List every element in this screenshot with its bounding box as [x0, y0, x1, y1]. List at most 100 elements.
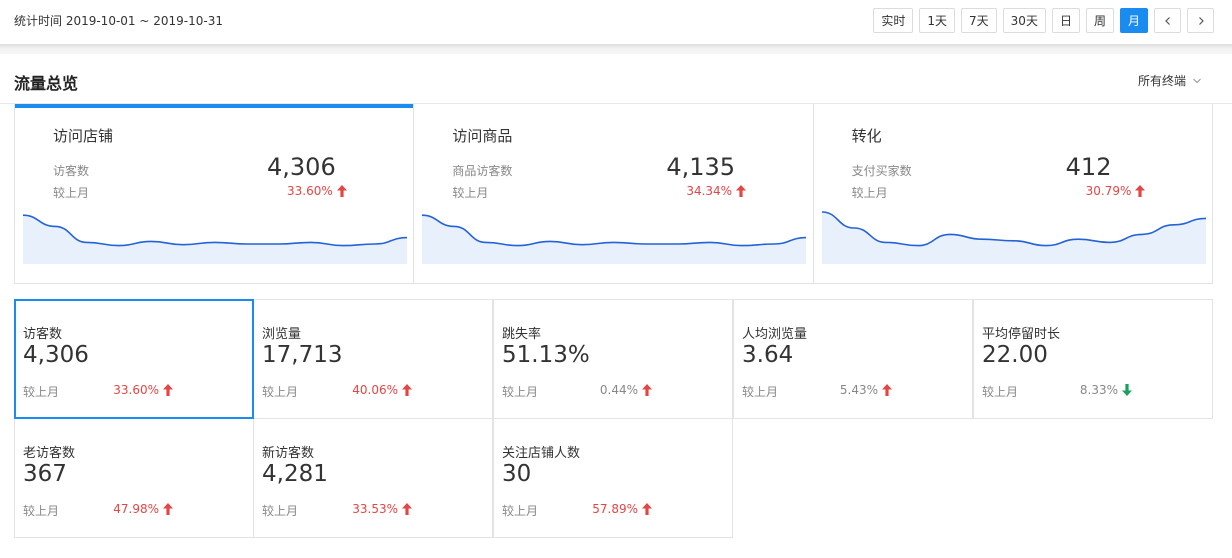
metric-pct: 33.60% — [113, 383, 159, 397]
metric-name: 访客数 — [23, 327, 63, 342]
metric-compare: 较上月 — [23, 504, 60, 518]
overview-card-title: 转化 — [851, 127, 882, 145]
overview-card-change: 30.79% — [1086, 184, 1146, 198]
metric-change: 5.43% — [840, 383, 892, 397]
metric-value: 4,306 — [23, 342, 89, 368]
metric-compare: 较上月 — [742, 385, 779, 399]
arrow-up-icon — [336, 185, 347, 197]
overview-card-pct: 30.79% — [1085, 184, 1132, 198]
range-day-button[interactable]: 日 — [1051, 8, 1080, 33]
metric-pct: 40.06% — [352, 383, 398, 397]
time-range-buttons: 实时 1天 7天 30天 日 周 月 — [873, 8, 1214, 33]
arrow-up-icon — [882, 384, 892, 396]
metric-compare: 较上月 — [262, 504, 299, 518]
metric-change: 33.53% — [352, 502, 412, 516]
metric-name: 关注店铺人数 — [502, 446, 581, 461]
overview-card-product-visits[interactable]: 访问商品 商品访客数 较上月 4,135 34.34% — [414, 104, 814, 283]
range-30days-button[interactable]: 30天 — [1002, 8, 1046, 33]
metric-change: 40.06% — [352, 383, 412, 397]
section-title: 流量总览 — [14, 74, 79, 93]
metric-pct: 57.89% — [592, 502, 638, 516]
metric-change: 33.60% — [113, 383, 173, 397]
metric-shop-followers[interactable]: 关注店铺人数 30 较上月 57.89% — [493, 418, 733, 538]
metric-pct: 5.43% — [839, 383, 878, 397]
top-bar: 统计时间 2019-10-01 ~ 2019-10-31 实时 1天 7天 30… — [0, 0, 1232, 44]
next-period-button[interactable] — [1187, 8, 1214, 33]
metric-new-visitors[interactable]: 新访客数 4,281 较上月 33.53% — [253, 418, 493, 538]
overview-card-label: 支付买家数 — [851, 164, 912, 178]
overview-card-pct: 34.34% — [686, 184, 733, 198]
metric-value: 30 — [502, 461, 532, 487]
section-header: 流量总览 所有终端 — [0, 54, 1232, 104]
sparkline-chart — [23, 214, 407, 264]
overview-card-shop-visits[interactable]: 访问店铺 访客数 较上月 4,306 33.60% — [15, 104, 415, 283]
metric-value: 22.00 — [982, 342, 1048, 368]
metric-name: 平均停留时长 — [982, 327, 1061, 342]
overview-card-value: 4,306 — [267, 153, 336, 181]
prev-period-button[interactable] — [1154, 8, 1181, 33]
arrow-up-icon — [402, 503, 412, 515]
overview-card-change: 33.60% — [287, 184, 347, 198]
arrow-down-icon — [1122, 384, 1132, 396]
metric-value: 3.64 — [742, 342, 794, 368]
range-realtime-button[interactable]: 实时 — [873, 8, 914, 33]
chevron-right-icon — [1198, 16, 1204, 25]
metric-compare: 较上月 — [502, 504, 539, 518]
metric-name: 跳失率 — [502, 327, 542, 342]
arrow-up-icon — [163, 384, 173, 396]
sparkline-line — [23, 214, 407, 247]
metric-value: 4,281 — [262, 461, 328, 487]
metric-name: 新访客数 — [262, 446, 315, 461]
metric-avg-stay[interactable]: 平均停留时长 22.00 较上月 8.33% — [973, 299, 1213, 419]
metric-returning-visitors[interactable]: 老访客数 367 较上月 47.98% — [14, 418, 254, 538]
terminal-select-label: 所有终端 — [1137, 74, 1186, 88]
metric-compare: 较上月 — [982, 385, 1019, 399]
metric-pageviews[interactable]: 浏览量 17,713 较上月 40.06% — [253, 299, 493, 419]
overview-card-conversion[interactable]: 转化 支付买家数 较上月 412 30.79% — [814, 104, 1212, 283]
metric-pct: 0.44% — [599, 383, 638, 397]
overview-card-pct: 33.60% — [287, 184, 333, 198]
metric-bounce-rate[interactable]: 跳失率 51.13% 较上月 0.44% — [493, 299, 733, 419]
metric-value: 17,713 — [262, 342, 343, 368]
metric-visitors[interactable]: 访客数 4,306 较上月 33.60% — [14, 299, 254, 419]
overview-card-compare: 较上月 — [53, 186, 90, 200]
metric-name: 人均浏览量 — [742, 327, 808, 342]
metric-value: 51.13% — [502, 342, 590, 368]
sparkline-area — [422, 215, 807, 264]
metric-compare: 较上月 — [23, 385, 60, 399]
arrow-up-icon — [402, 384, 412, 396]
chevron-down-icon — [1193, 78, 1201, 83]
overview-cards: 访问店铺 访客数 较上月 4,306 33.60% 访问商品 商品访客数 较上月… — [14, 104, 1213, 284]
overview-card-value: 412 — [1065, 153, 1112, 181]
metric-avg-pageviews[interactable]: 人均浏览量 3.64 较上月 5.43% — [733, 299, 973, 419]
divider-band — [0, 44, 1232, 54]
range-month-button[interactable]: 月 — [1119, 8, 1148, 33]
sparkline-chart — [821, 211, 1206, 264]
sparkline-area — [821, 212, 1206, 264]
metric-change: 57.89% — [592, 502, 652, 516]
range-week-button[interactable]: 周 — [1085, 8, 1114, 33]
overview-card-compare: 较上月 — [452, 186, 489, 200]
sparkline-line — [422, 214, 807, 247]
overview-card-compare: 较上月 — [851, 186, 888, 200]
arrow-up-icon — [1135, 185, 1146, 197]
overview-card-value: 4,135 — [666, 153, 736, 181]
metric-change: 8.33% — [1080, 383, 1132, 397]
overview-card-title: 访问商品 — [452, 127, 513, 145]
chevron-left-icon — [1164, 16, 1170, 25]
terminal-select[interactable]: 所有终端 — [1138, 72, 1202, 89]
overview-card-label: 访客数 — [53, 164, 90, 178]
metric-change: 47.98% — [113, 502, 173, 516]
arrow-up-icon — [736, 185, 747, 197]
range-7days-button[interactable]: 7天 — [961, 8, 997, 33]
metric-value: 367 — [23, 461, 67, 487]
metric-compare: 较上月 — [262, 385, 299, 399]
stat-period: 统计时间 2019-10-01 ~ 2019-10-31 — [14, 14, 223, 28]
metric-name: 老访客数 — [23, 446, 76, 461]
overview-card-change: 34.34% — [686, 184, 747, 198]
metric-name: 浏览量 — [262, 327, 302, 342]
arrow-up-icon — [642, 503, 652, 515]
metric-compare: 较上月 — [502, 385, 539, 399]
range-1day-button[interactable]: 1天 — [919, 8, 956, 33]
sparkline-area — [23, 215, 407, 264]
